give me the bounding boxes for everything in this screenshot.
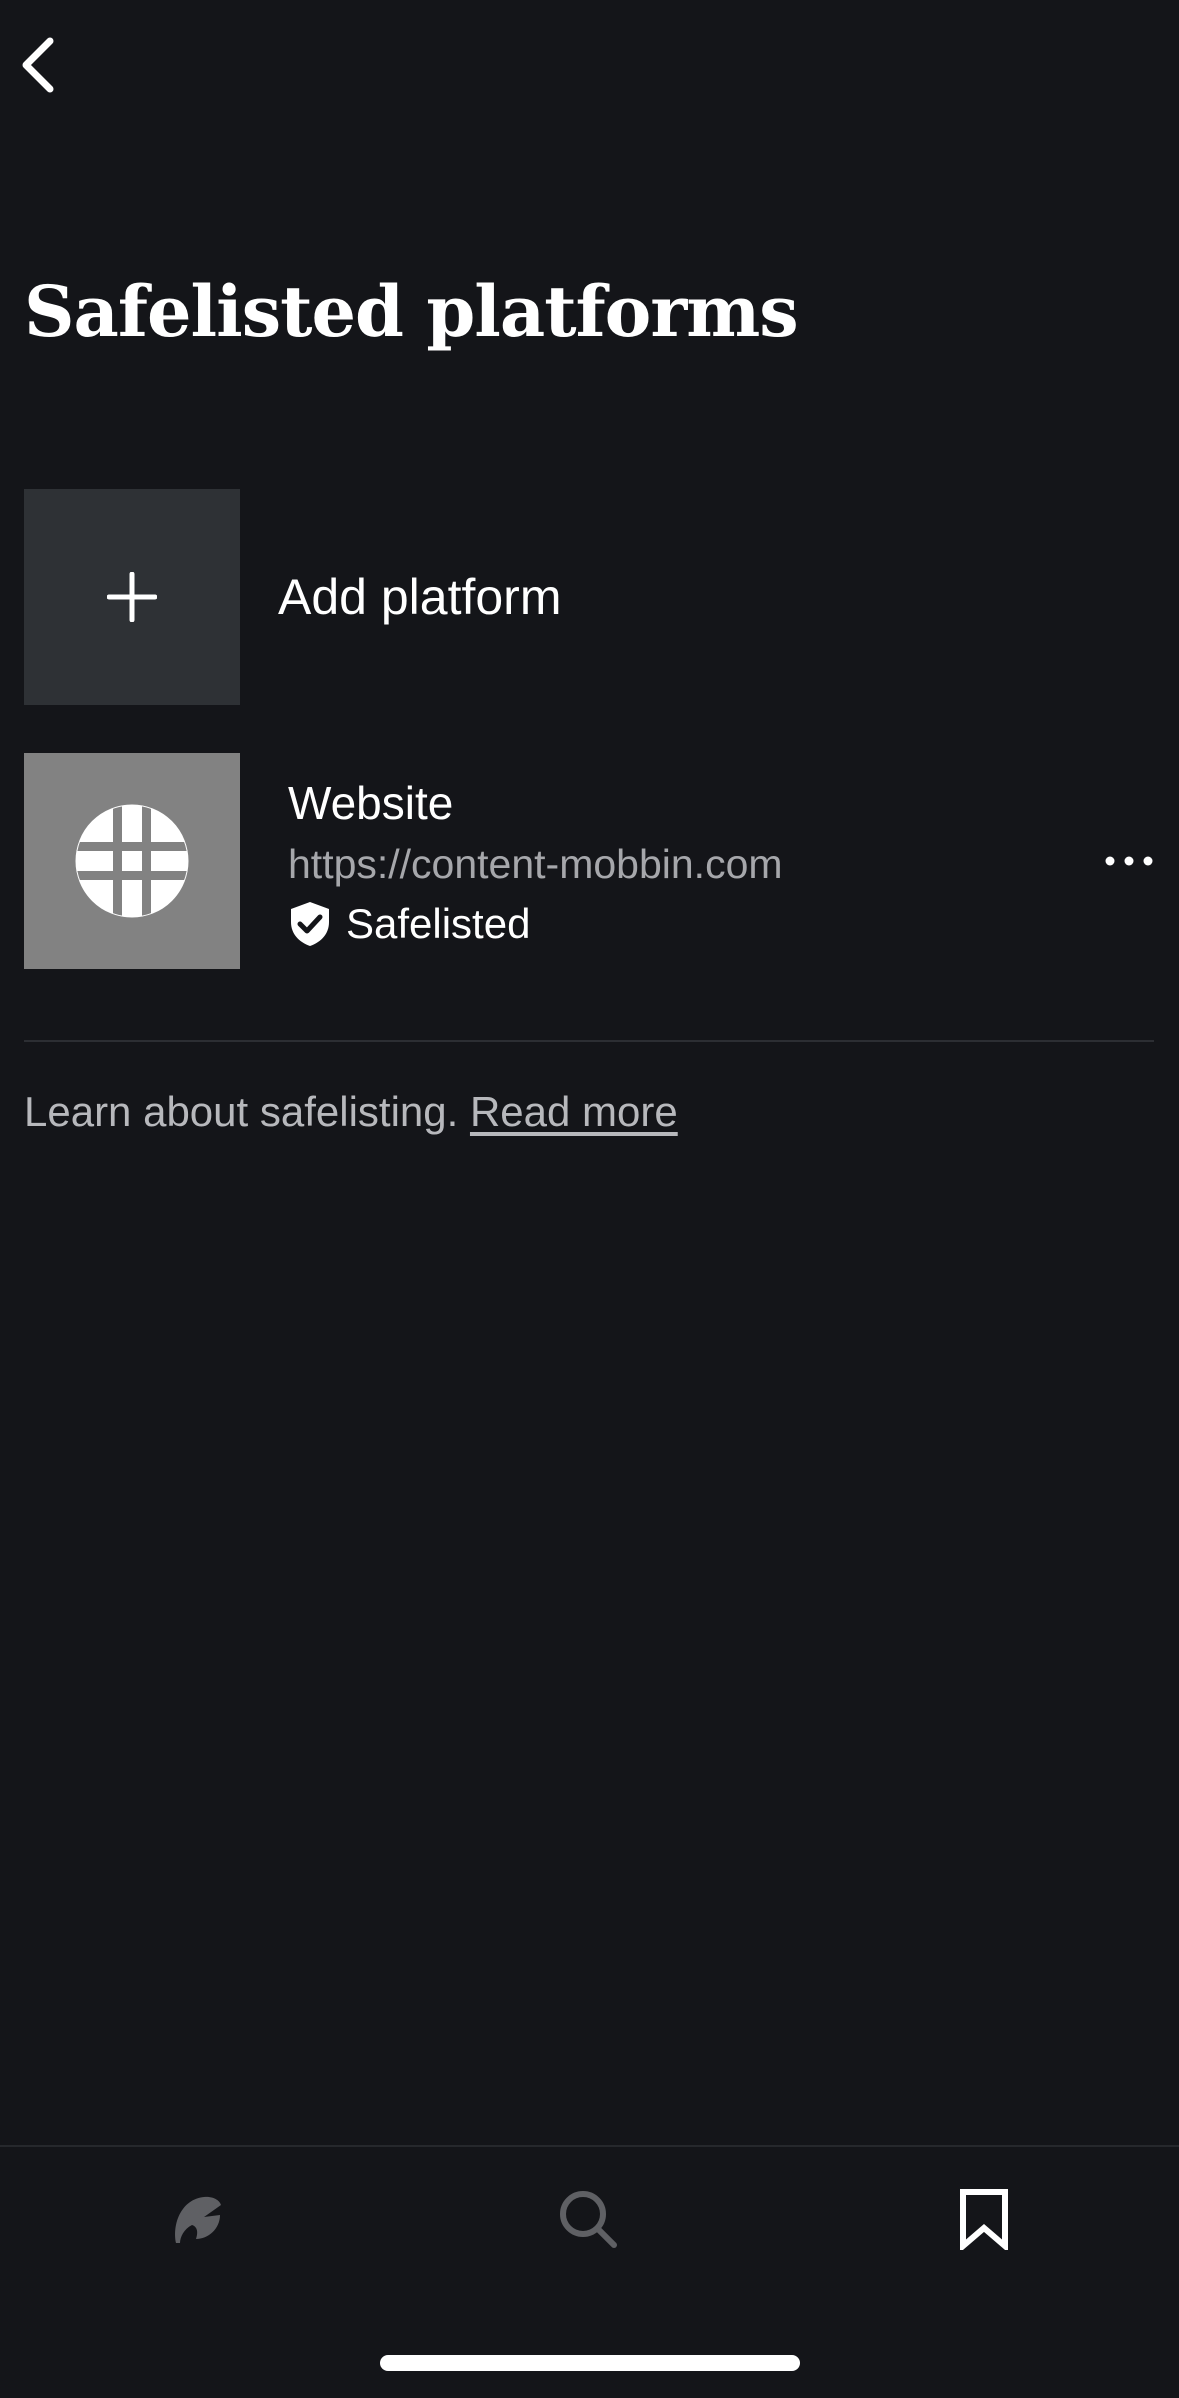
platform-list-item[interactable]: Website https://content-mobbin.com Safel… [24, 753, 1154, 969]
globe-icon [75, 804, 189, 918]
add-platform-row[interactable]: Add platform [24, 489, 1154, 705]
divider [24, 1040, 1154, 1042]
platform-status: Safelisted [288, 900, 1094, 948]
home-indicator [380, 2355, 800, 2371]
platform-info: Website https://content-mobbin.com Safel… [288, 774, 1094, 947]
platform-thumbnail [24, 753, 240, 969]
bookmark-icon [960, 2189, 1008, 2250]
tab-home[interactable] [148, 2169, 248, 2269]
plus-icon [107, 572, 157, 622]
logo-home-icon [175, 2196, 221, 2243]
read-more-link[interactable]: Read more [470, 1088, 678, 1135]
platform-url: https://content-mobbin.com [288, 841, 783, 888]
platform-name: Website [288, 777, 454, 830]
add-platform-label[interactable]: Add platform [278, 568, 561, 626]
page-title: Safelisted platforms [24, 270, 799, 353]
search-icon [560, 2191, 617, 2248]
back-button[interactable] [18, 30, 78, 100]
more-horizontal-icon [1105, 856, 1153, 866]
more-options-button[interactable] [1094, 826, 1164, 896]
shield-check-icon [291, 901, 329, 946]
learn-more-text: Learn about safelisting. [24, 1088, 459, 1135]
chevron-left-icon [22, 37, 54, 93]
tab-search[interactable] [538, 2169, 638, 2269]
learn-more-note: Learn about safelisting. Read more [24, 1088, 678, 1136]
tab-saved[interactable] [934, 2169, 1034, 2269]
status-label: Safelisted [346, 899, 531, 947]
add-platform-tile[interactable] [24, 489, 240, 705]
